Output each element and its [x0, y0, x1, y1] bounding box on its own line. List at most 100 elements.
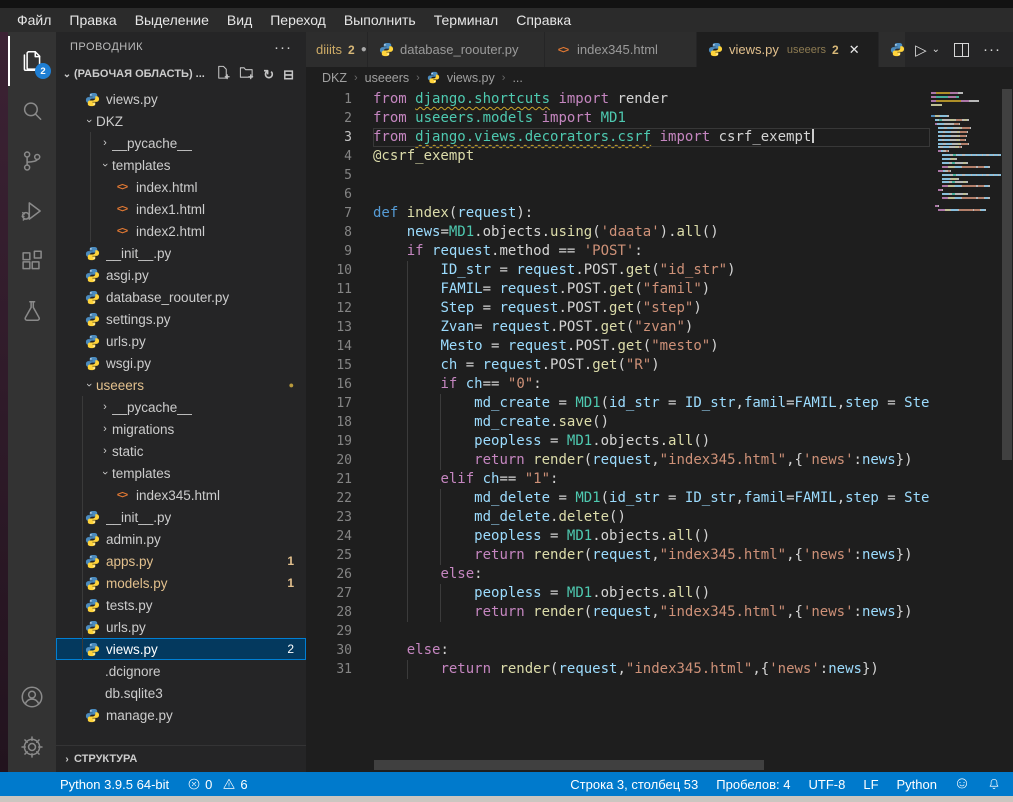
- search-icon[interactable]: [8, 86, 56, 136]
- tree-item-index2.html[interactable]: <>index2.html: [56, 220, 306, 242]
- tree-item-static[interactable]: ›static: [56, 440, 306, 462]
- code-line-22[interactable]: 22 md_delete = MD1(id_str = ID_str,famil…: [306, 489, 930, 508]
- code-line-4[interactable]: 4@csrf_exempt: [306, 147, 930, 166]
- breadcrumb-item-DKZ[interactable]: DKZ: [322, 71, 347, 85]
- status-python-version[interactable]: Python 3.9.5 64-bit: [60, 777, 169, 792]
- run-dropdown-icon[interactable]: ⌄: [932, 44, 940, 55]
- tree-item-views.py[interactable]: views.py2: [56, 638, 306, 660]
- menu-терминал[interactable]: Терминал: [425, 12, 507, 28]
- tree-item-migrations[interactable]: ›migrations: [56, 418, 306, 440]
- vertical-scrollbar-thumb[interactable]: [1002, 89, 1012, 460]
- tree-item-settings.py[interactable]: settings.py: [56, 308, 306, 330]
- status-cursor-position[interactable]: Строка 3, столбец 53: [570, 777, 698, 792]
- explorer-icon[interactable]: 2: [8, 36, 56, 86]
- code-line-7[interactable]: 7def index(request):: [306, 204, 930, 223]
- code-line-20[interactable]: 20 return render(request,"index345.html"…: [306, 451, 930, 470]
- tree-item-urls.py[interactable]: urls.py: [56, 616, 306, 638]
- code-line-15[interactable]: 15 ch = request.POST.get("R"): [306, 356, 930, 375]
- tree-item-__pycache__[interactable]: ›__pycache__: [56, 396, 306, 418]
- status-eol[interactable]: LF: [863, 777, 878, 792]
- tree-item-index345.html[interactable]: <>index345.html: [56, 484, 306, 506]
- status-feedback[interactable]: [955, 777, 969, 792]
- close-icon[interactable]: ✕: [849, 42, 860, 58]
- code-editor[interactable]: 1from django.shortcuts import render2fro…: [306, 89, 1013, 772]
- code-line-24[interactable]: 24 peopless = MD1.objects.all(): [306, 527, 930, 546]
- code-line-26[interactable]: 26 else:: [306, 565, 930, 584]
- new-file-icon[interactable]: [215, 65, 230, 83]
- sidebar-more-actions-icon[interactable]: ···: [274, 39, 292, 56]
- code-line-27[interactable]: 27 peopless = MD1.objects.all(): [306, 584, 930, 603]
- tree-item-db.sqlite3[interactable]: db.sqlite3: [56, 682, 306, 704]
- menu-выделение[interactable]: Выделение: [126, 12, 218, 28]
- vertical-scrollbar[interactable]: [1001, 89, 1013, 772]
- more-actions-icon[interactable]: ···: [983, 41, 1001, 58]
- tree-item-.dcignore[interactable]: .dcignore: [56, 660, 306, 682]
- minimap[interactable]: [931, 92, 1001, 213]
- status-encoding[interactable]: UTF-8: [809, 777, 846, 792]
- menu-вид[interactable]: Вид: [218, 12, 261, 28]
- tree-item-useeers[interactable]: ›useeers●: [56, 374, 306, 396]
- refresh-icon[interactable]: ↻: [263, 68, 274, 81]
- status-indentation[interactable]: Пробелов: 4: [716, 777, 790, 792]
- run-debug-icon[interactable]: [8, 186, 56, 236]
- menu-выполнить[interactable]: Выполнить: [335, 12, 425, 28]
- tab-index345.html[interactable]: <>index345.html: [545, 32, 697, 67]
- tab-views.py[interactable]: views.pyuseeers2✕: [697, 32, 879, 67]
- tree-item-apps.py[interactable]: apps.py1: [56, 550, 306, 572]
- tree-item-models.py[interactable]: models.py1: [56, 572, 306, 594]
- status-problems[interactable]: 06: [187, 777, 247, 792]
- outline-section-header[interactable]: › СТРУКТУРА: [56, 746, 306, 772]
- tab-diiits[interactable]: diiits2●: [306, 32, 368, 67]
- tree-item-__init__.py[interactable]: __init__.py: [56, 242, 306, 264]
- code-line-21[interactable]: 21 elif ch== "1":: [306, 470, 930, 489]
- tree-item-views.py[interactable]: views.py: [56, 88, 306, 110]
- run-button[interactable]: ▷: [915, 41, 927, 59]
- tree-item-admin.py[interactable]: admin.py: [56, 528, 306, 550]
- breadcrumb-item-views.py[interactable]: views.py: [447, 71, 495, 85]
- code-line-10[interactable]: 10 ID_str = request.POST.get("id_str"): [306, 261, 930, 280]
- code-line-5[interactable]: 5: [306, 166, 930, 185]
- code-line-3[interactable]: 3from django.views.decorators.csrf impor…: [306, 128, 930, 147]
- tree-item-templates[interactable]: ›templates: [56, 154, 306, 176]
- account-icon[interactable]: [8, 672, 56, 722]
- breadcrumb[interactable]: DKZ›useeers›views.py›...: [306, 67, 1013, 89]
- source-control-icon[interactable]: [8, 136, 56, 186]
- tree-item-database_roouter.py[interactable]: database_roouter.py: [56, 286, 306, 308]
- split-editor-icon[interactable]: [954, 43, 969, 57]
- tree-item-asgi.py[interactable]: asgi.py: [56, 264, 306, 286]
- settings-gear-icon[interactable]: [8, 722, 56, 772]
- testing-icon[interactable]: [8, 286, 56, 336]
- extensions-icon[interactable]: [8, 236, 56, 286]
- tree-item-templates[interactable]: ›templates: [56, 462, 306, 484]
- menu-переход[interactable]: Переход: [261, 12, 335, 28]
- new-folder-icon[interactable]: [239, 65, 254, 83]
- workspace-section-header[interactable]: ⌄ (РАБОЧАЯ ОБЛАСТЬ) ... ↻⊟: [56, 62, 306, 86]
- code-line-29[interactable]: 29: [306, 622, 930, 641]
- collapse-all-icon[interactable]: ⊟: [283, 68, 294, 81]
- menu-правка[interactable]: Правка: [60, 12, 125, 28]
- code-line-28[interactable]: 28 return render(request,"index345.html"…: [306, 603, 930, 622]
- horizontal-scrollbar-thumb[interactable]: [374, 760, 764, 770]
- tree-item-__init__.py[interactable]: __init__.py: [56, 506, 306, 528]
- code-line-8[interactable]: 8 news=MD1.objects.using('daata').all(): [306, 223, 930, 242]
- code-line-25[interactable]: 25 return render(request,"index345.html"…: [306, 546, 930, 565]
- tree-item-urls.py[interactable]: urls.py: [56, 330, 306, 352]
- menu-справка[interactable]: Справка: [507, 12, 580, 28]
- tree-item-index1.html[interactable]: <>index1.html: [56, 198, 306, 220]
- code-line-18[interactable]: 18 md_create.save(): [306, 413, 930, 432]
- tree-item-__pycache__[interactable]: ›__pycache__: [56, 132, 306, 154]
- breadcrumb-item-useeers[interactable]: useeers: [365, 71, 409, 85]
- menu-файл[interactable]: Файл: [8, 12, 60, 28]
- breadcrumb-item-...[interactable]: ...: [512, 71, 522, 85]
- code-line-11[interactable]: 11 FAMIL= request.POST.get("famil"): [306, 280, 930, 299]
- code-line-30[interactable]: 30 else:: [306, 641, 930, 660]
- code-line-17[interactable]: 17 md_create = MD1(id_str = ID_str,famil…: [306, 394, 930, 413]
- tab-database_roouter.py[interactable]: database_roouter.py: [368, 32, 545, 67]
- code-line-2[interactable]: 2from useeers.models import MD1: [306, 109, 930, 128]
- tree-item-manage.py[interactable]: manage.py: [56, 704, 306, 726]
- code-line-19[interactable]: 19 peopless = MD1.objects.all(): [306, 432, 930, 451]
- tree-item-DKZ[interactable]: ›DKZ: [56, 110, 306, 132]
- code-line-13[interactable]: 13 Zvan= request.POST.get("zvan"): [306, 318, 930, 337]
- tree-item-wsgi.py[interactable]: wsgi.py: [56, 352, 306, 374]
- code-line-6[interactable]: 6: [306, 185, 930, 204]
